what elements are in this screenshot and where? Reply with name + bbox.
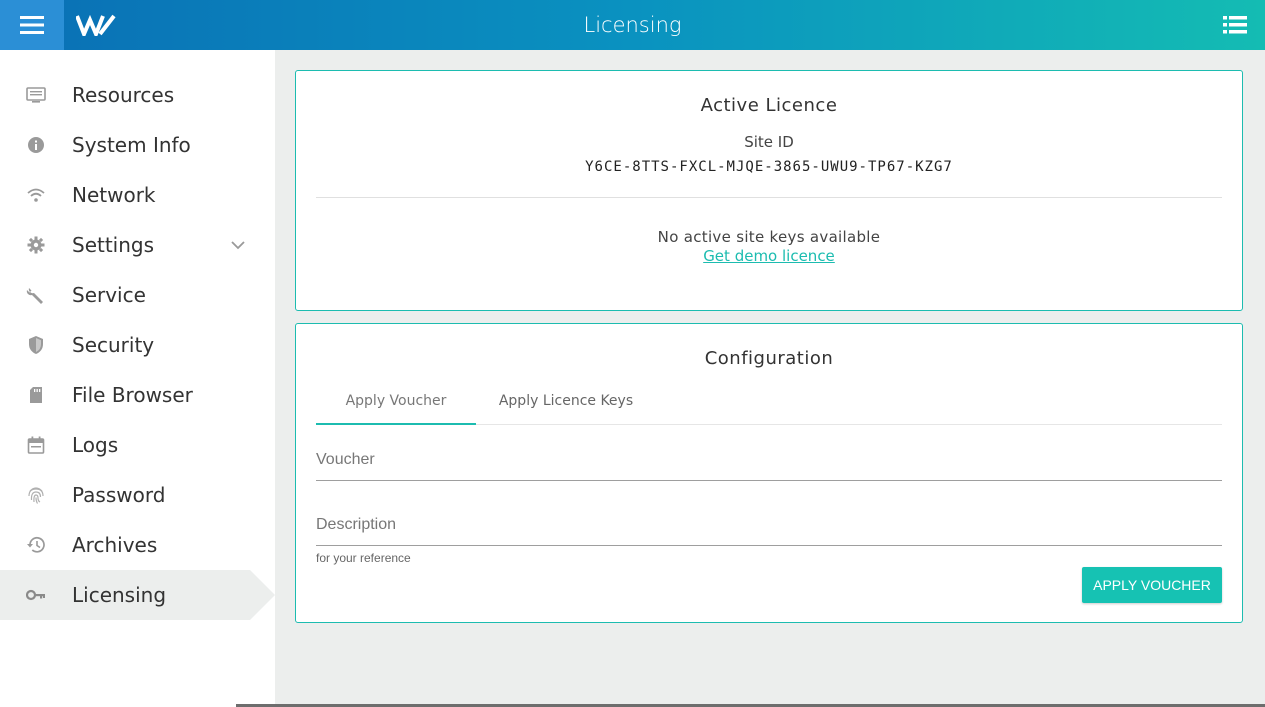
brand-logo-icon — [76, 14, 116, 36]
voucher-field — [316, 441, 1222, 481]
monitor-icon — [26, 85, 46, 105]
sidebar-item-licensing[interactable]: Licensing — [0, 570, 275, 620]
sidebar-item-label: Logs — [72, 433, 119, 457]
sidebar-item-settings[interactable]: Settings — [0, 220, 275, 270]
calendar-icon — [26, 435, 46, 455]
list-icon — [1223, 16, 1247, 34]
sidebar-item-label: Network — [72, 183, 156, 207]
active-licence-card: Active Licence Site ID Y6CE-8TTS-FXCL-MJ… — [295, 70, 1243, 311]
configuration-card: Configuration Apply Voucher Apply Licenc… — [295, 323, 1243, 623]
history-icon — [26, 535, 46, 555]
apply-voucher-button[interactable]: APPLY VOUCHER — [1082, 567, 1222, 603]
menu-button[interactable] — [0, 0, 64, 50]
top-app-bar: Licensing — [0, 0, 1265, 50]
list-menu-button[interactable] — [1213, 0, 1257, 50]
wifi-icon — [26, 185, 46, 205]
chevron-down-icon[interactable] — [230, 237, 246, 253]
voucher-input[interactable] — [316, 441, 1222, 479]
demo-licence-link-wrap: Get demo licence — [296, 247, 1242, 265]
key-icon — [26, 585, 46, 605]
configuration-tabs: Apply Voucher Apply Licence Keys — [316, 386, 1222, 425]
shield-icon — [26, 335, 46, 355]
fingerprint-icon — [26, 485, 46, 505]
sidebar-item-system-info[interactable]: System Info — [0, 120, 275, 170]
active-licence-title: Active Licence — [700, 95, 838, 116]
tab-apply-voucher[interactable]: Apply Voucher — [316, 386, 476, 425]
sidebar: Resources System Info Network Settings S… — [0, 50, 275, 707]
sidebar-item-label: Licensing — [72, 583, 167, 607]
sidebar-item-label: Resources — [72, 83, 175, 107]
hamburger-icon — [20, 16, 44, 34]
sidebar-item-network[interactable]: Network — [0, 170, 275, 220]
sidebar-item-archives[interactable]: Archives — [0, 520, 275, 570]
page-title: Licensing — [583, 13, 682, 37]
brand-logo[interactable] — [64, 0, 128, 50]
no-keys-message: No active site keys available — [657, 228, 881, 246]
divider — [316, 197, 1222, 198]
sidebar-item-label: Settings — [72, 233, 155, 257]
sidebar-item-label: Security — [72, 333, 155, 357]
sidebar-item-service[interactable]: Service — [0, 270, 275, 320]
sd-card-icon — [26, 385, 46, 405]
wrench-icon — [26, 285, 46, 305]
site-id-value: Y6CE-8TTS-FXCL-MJQE-3865-UWU9-TP67-KZG7 — [585, 159, 953, 175]
sidebar-item-label: Archives — [72, 533, 158, 557]
sidebar-item-label: Password — [72, 483, 166, 507]
info-icon — [26, 135, 46, 155]
description-hint: for your reference — [316, 551, 411, 565]
get-demo-licence-link[interactable]: Get demo licence — [703, 247, 835, 265]
configuration-title: Configuration — [704, 348, 834, 369]
gear-icon — [26, 235, 46, 255]
sidebar-item-resources[interactable]: Resources — [0, 70, 275, 120]
sidebar-item-security[interactable]: Security — [0, 320, 275, 370]
sidebar-item-file-browser[interactable]: File Browser — [0, 370, 275, 420]
sidebar-item-label: System Info — [72, 133, 191, 157]
sidebar-item-password[interactable]: Password — [0, 470, 275, 520]
site-id-label: Site ID — [744, 133, 794, 151]
sidebar-item-logs[interactable]: Logs — [0, 420, 275, 470]
sidebar-item-label: File Browser — [72, 383, 193, 407]
sidebar-item-label: Service — [72, 283, 146, 307]
description-field — [316, 506, 1222, 546]
description-input[interactable] — [316, 506, 1222, 544]
tab-apply-licence-keys[interactable]: Apply Licence Keys — [486, 386, 646, 425]
